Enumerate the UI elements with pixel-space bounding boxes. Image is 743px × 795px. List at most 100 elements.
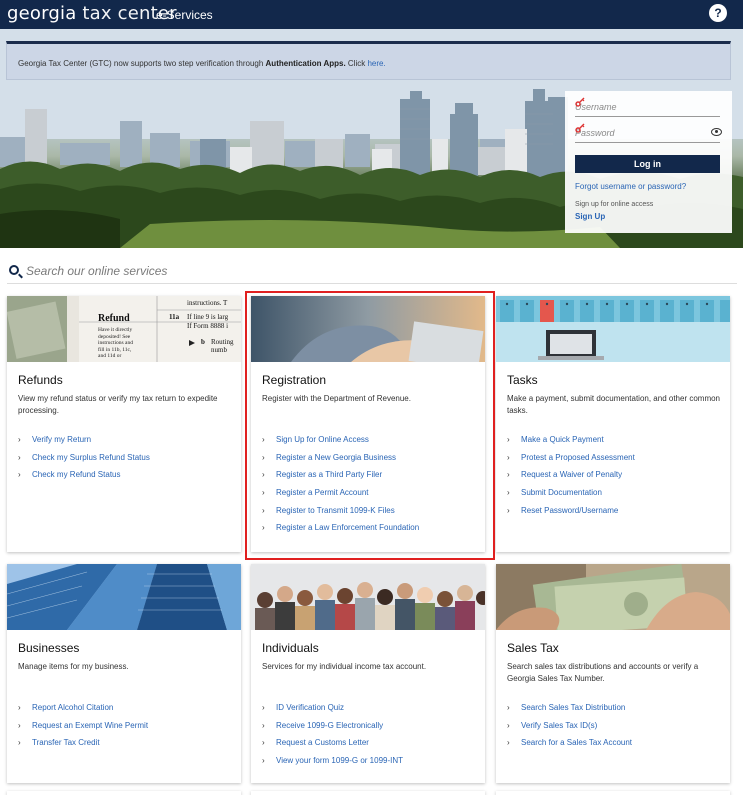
link-label: Check my Refund Status — [32, 470, 121, 480]
refund-line-5: and 11d or — [98, 353, 122, 359]
hero-skyline-image: Georgia Tax Center (GTC) now supports tw… — [0, 29, 743, 248]
signup-link[interactable]: Sign Up — [575, 212, 605, 221]
refunds-image: Refund Have it directly deposited! See i… — [7, 296, 241, 362]
link-label: Submit Documentation — [521, 488, 602, 498]
link-label: Register as a Third Party Filer — [276, 470, 383, 480]
site-logo[interactable]: georgia tax center — [7, 3, 177, 24]
notice-text: Georgia Tax Center (GTC) now supports tw… — [18, 59, 386, 68]
link-permit-account[interactable]: › Register a Permit Account — [262, 488, 419, 506]
link-1099k[interactable]: › Register to Transmit 1099-K Files — [262, 506, 419, 524]
password-field[interactable]: Password — [575, 123, 722, 143]
chevron-right-icon: › — [262, 720, 265, 730]
card-refunds: Refund Have it directly deposited! See i… — [7, 296, 241, 552]
link-surplus-refund[interactable]: › Check my Surplus Refund Status — [18, 453, 150, 471]
link-customs-letter[interactable]: › Request a Customs Letter — [262, 738, 403, 756]
link-label: Register a Law Enforcement Foundation — [276, 523, 420, 533]
link-quick-payment[interactable]: › Make a Quick Payment — [507, 435, 635, 453]
chevron-right-icon: › — [262, 703, 265, 712]
link-law-enforcement[interactable]: › Register a Law Enforcement Foundation — [262, 523, 419, 541]
chevron-right-icon: › — [262, 756, 265, 766]
link-exempt-wine[interactable]: › Request an Exempt Wine Permit — [18, 721, 148, 739]
link-submit-documentation[interactable]: › Submit Documentation — [507, 488, 635, 506]
link-label: Request a Customs Letter — [276, 738, 369, 748]
service-search — [7, 262, 737, 284]
businesses-image — [7, 564, 241, 630]
link-label: View your form 1099-G or 1099-INT — [276, 756, 404, 766]
tasks-links: › Make a Quick Payment › Protest a Propose… — [507, 435, 635, 523]
help-icon[interactable]: ? — [709, 4, 727, 22]
chevron-right-icon: › — [18, 703, 21, 712]
chevron-right-icon: › — [18, 435, 21, 444]
chevron-right-icon: › — [507, 470, 510, 480]
chevron-right-icon: › — [507, 505, 510, 515]
chevron-right-icon: › — [507, 720, 510, 730]
link-waiver-penalty[interactable]: › Request a Waiver of Penalty — [507, 470, 635, 488]
show-password-eye-icon[interactable] — [711, 128, 722, 136]
card-description: Services for my individual income tax ac… — [262, 662, 427, 671]
link-protest-assessment[interactable]: › Protest a Proposed Assessment — [507, 453, 635, 471]
individuals-links: › ID Verification Quiz › Receive 1099-G El… — [262, 703, 403, 774]
link-label: Request a Waiver of Penalty — [521, 470, 623, 480]
chevron-right-icon: › — [18, 470, 21, 480]
chevron-right-icon: › — [262, 738, 265, 748]
chevron-right-icon: › — [507, 435, 510, 444]
link-signup-online[interactable]: › Sign Up for Online Access — [262, 435, 419, 453]
link-verify-return[interactable]: › Verify my Return — [18, 435, 150, 453]
link-third-party-filer[interactable]: › Register as a Third Party Filer — [262, 470, 419, 488]
eservices-label: e-Services — [156, 8, 213, 22]
registration-links: › Sign Up for Online Access › Register a N… — [262, 435, 419, 541]
link-label: Check my Surplus Refund Status — [32, 452, 150, 462]
notice-here-link[interactable]: here. — [367, 59, 385, 68]
card-sales-tax: Sales Tax Search sales tax distributions… — [496, 564, 730, 783]
link-alcohol-citation[interactable]: › Report Alcohol Citation — [18, 703, 148, 721]
search-icon[interactable] — [9, 265, 19, 275]
link-label: Sign Up for Online Access — [276, 435, 369, 444]
notice-bold-text: Authentication Apps. — [265, 59, 346, 68]
link-label: Register a Permit Account — [276, 488, 369, 498]
notice-message: Georgia Tax Center (GTC) now supports tw… — [18, 59, 266, 68]
link-verify-sales-id[interactable]: › Verify Sales Tax ID(s) — [507, 721, 632, 739]
link-1099g-electronic[interactable]: › Receive 1099-G Electronically — [262, 721, 403, 739]
card-description: View my refund status or verify my tax r… — [18, 394, 218, 415]
link-register-business[interactable]: › Register a New Georgia Business — [262, 453, 419, 471]
link-reset-password[interactable]: › Reset Password/Username — [507, 506, 635, 524]
search-input[interactable] — [26, 262, 726, 280]
login-button[interactable]: Log in — [575, 155, 720, 173]
sales-tax-image — [496, 564, 730, 630]
forgot-credentials-link[interactable]: Forgot username or password? — [575, 182, 686, 191]
tasks-image — [496, 296, 730, 362]
chevron-right-icon: › — [262, 488, 265, 498]
link-label: Reset Password/Username — [521, 505, 619, 515]
link-sales-distribution[interactable]: › Search Sales Tax Distribution — [507, 703, 632, 721]
username-field[interactable]: Username — [575, 97, 720, 117]
chevron-right-icon: › — [262, 435, 265, 444]
card-individuals: Individuals Services for my individual i… — [251, 564, 485, 783]
card-title: Tasks — [507, 373, 538, 387]
notice-click-text: Click — [345, 59, 368, 68]
chevron-right-icon: › — [18, 738, 21, 748]
logo-georgia: georgia — [7, 3, 77, 24]
link-label: Transfer Tax Credit — [32, 738, 100, 748]
link-transfer-credit[interactable]: › Transfer Tax Credit — [18, 738, 148, 756]
link-label: Report Alcohol Citation — [32, 703, 114, 712]
link-refund-status[interactable]: › Check my Refund Status — [18, 470, 150, 488]
link-id-quiz[interactable]: › ID Verification Quiz — [262, 703, 403, 721]
link-label: Request an Exempt Wine Permit — [32, 720, 149, 730]
link-label: Verify my Return — [32, 435, 92, 444]
businesses-links: › Report Alcohol Citation › Request an Exe… — [18, 703, 148, 756]
chevron-right-icon: › — [262, 505, 265, 515]
chevron-right-icon: › — [507, 738, 510, 748]
card-description: Register with the Department of Revenue. — [262, 394, 411, 403]
chevron-right-icon: › — [262, 523, 265, 533]
link-label: Protest a Proposed Assessment — [521, 452, 635, 462]
top-bar: georgia tax center e-Services ? — [0, 0, 743, 29]
refund-line-text: If line 9 is larg If Form 8888 i — [187, 313, 228, 331]
link-label: Search for a Sales Tax Account — [521, 738, 633, 748]
chevron-right-icon: › — [18, 452, 21, 462]
refund-line-6: If line 9 is larg — [187, 313, 229, 321]
card-description: Search sales tax distributions and accou… — [507, 662, 699, 683]
link-view-1099[interactable]: › View your form 1099-G or 1099-INT — [262, 756, 403, 774]
chevron-right-icon: › — [262, 452, 265, 462]
refund-line-1: Have it directly — [98, 327, 133, 333]
link-search-sales-account[interactable]: › Search for a Sales Tax Account — [507, 738, 632, 756]
